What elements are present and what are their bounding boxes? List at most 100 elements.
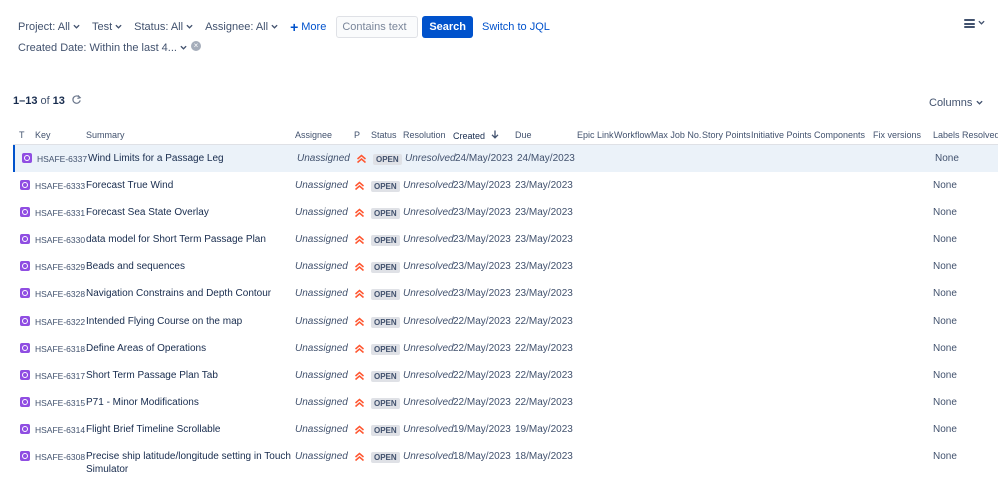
status-badge: OPEN xyxy=(371,235,400,247)
issue-key-link[interactable]: HSAFE-6328 xyxy=(35,289,85,299)
contains-text-input[interactable] xyxy=(336,16,419,38)
created-date: 24/May/2023 xyxy=(455,153,513,164)
header-workflowmax[interactable]: WorkflowMax Job No. xyxy=(614,130,701,140)
search-button[interactable]: Search xyxy=(422,16,474,38)
assignee-value: Unassigned xyxy=(295,342,348,354)
issue-summary-link[interactable]: Flight Brief Timeline Scrollable xyxy=(86,424,221,435)
header-components[interactable]: Components xyxy=(814,130,865,140)
priority-highest-icon xyxy=(354,207,365,218)
header-epic-link[interactable]: Epic Link xyxy=(577,130,614,140)
issue-key-link[interactable]: HSAFE-6331 xyxy=(35,208,85,218)
issue-key-link[interactable]: HSAFE-6329 xyxy=(35,262,85,272)
status-badge: OPEN xyxy=(371,289,400,301)
resolution-value: Unresolved xyxy=(403,342,454,354)
labels-value: None xyxy=(935,153,959,164)
header-priority[interactable]: P xyxy=(354,130,360,140)
issue-summary-link[interactable]: Intended Flying Course on the map xyxy=(86,316,242,327)
created-date: 22/May/2023 xyxy=(453,369,511,381)
header-due[interactable]: Due xyxy=(515,130,532,140)
assignee-filter-label: Assignee: All xyxy=(205,21,269,33)
issue-summary-link[interactable]: Forecast True Wind xyxy=(86,180,173,191)
issue-summary-link[interactable]: data model for Short Term Passage Plan xyxy=(86,234,266,245)
labels-value: None xyxy=(933,288,957,300)
header-initiative-points[interactable]: Initiative Points xyxy=(751,130,812,140)
labels-value: None xyxy=(933,180,957,192)
header-summary[interactable]: Summary xyxy=(86,130,125,140)
issue-key-link[interactable]: HSAFE-6315 xyxy=(35,398,85,408)
status-filter-label: Status: All xyxy=(134,21,184,33)
issue-summary-link[interactable]: Forecast Sea State Overlay xyxy=(86,207,209,218)
story-icon xyxy=(20,423,30,434)
table-row[interactable]: HSAFE-6308 Precise ship latitude/longitud… xyxy=(13,443,998,479)
issue-key-link[interactable]: HSAFE-6337 xyxy=(37,154,87,164)
issue-key-link[interactable]: HSAFE-6333 xyxy=(35,181,85,191)
header-key[interactable]: Key xyxy=(35,130,51,140)
columns-button[interactable]: Columns xyxy=(929,97,984,109)
issue-key-link[interactable]: HSAFE-6330 xyxy=(35,235,85,245)
story-icon xyxy=(20,315,30,326)
issue-key-link[interactable]: HSAFE-6322 xyxy=(35,317,85,327)
due-date: 23/May/2023 xyxy=(515,234,573,246)
header-resolved[interactable]: Resolved xyxy=(962,130,998,140)
table-row[interactable]: HSAFE-6314 Flight Brief Timeline Scrollab… xyxy=(13,416,998,443)
table-row[interactable]: HSAFE-6315 P71 - Minor Modifications Unass… xyxy=(13,389,998,416)
created-date: 22/May/2023 xyxy=(453,342,511,354)
table-row[interactable]: HSAFE-6331 Forecast Sea State Overlay Unas… xyxy=(13,199,998,226)
header-fix-versions[interactable]: Fix versions xyxy=(873,130,921,140)
status-badge: OPEN xyxy=(371,424,400,436)
table-row[interactable]: HSAFE-6317 Short Term Passage Plan Tab Una… xyxy=(13,362,998,389)
header-resolution[interactable]: Resolution xyxy=(403,130,446,140)
table-row[interactable]: HSAFE-6333 Forecast True Wind Unassigned OP… xyxy=(13,172,998,199)
chevron-down-icon xyxy=(271,23,278,30)
table-row[interactable]: HSAFE-6330 data model for Short Term Pass… xyxy=(13,226,998,253)
status-badge: OPEN xyxy=(371,343,400,355)
chevron-down-icon xyxy=(115,23,122,30)
header-assignee[interactable]: Assignee xyxy=(295,130,332,140)
clear-filter-icon[interactable]: × xyxy=(190,41,201,51)
table-row[interactable]: HSAFE-6337 Wind Limits for a Passage Leg U… xyxy=(13,145,998,173)
issue-summary-link[interactable]: Beads and sequences xyxy=(86,261,185,272)
created-date-filter[interactable]: Created Date: Within the last 4... xyxy=(18,42,187,54)
priority-highest-icon xyxy=(356,153,367,164)
table-row[interactable]: HSAFE-6328 Navigation Constrains and Dept… xyxy=(13,280,998,307)
view-menu-button[interactable] xyxy=(964,19,985,28)
assignee-value: Unassigned xyxy=(295,180,348,192)
table-row[interactable]: HSAFE-6318 Define Areas of Operations Unas… xyxy=(13,335,998,362)
switch-to-jql-link[interactable]: Switch to JQL xyxy=(482,21,550,33)
issue-key-link[interactable]: HSAFE-6314 xyxy=(35,425,85,435)
issue-summary-link[interactable]: P71 - Minor Modifications xyxy=(86,397,199,408)
assignee-filter[interactable]: Assignee: All xyxy=(205,21,278,33)
header-labels[interactable]: Labels xyxy=(933,130,960,140)
created-date: 23/May/2023 xyxy=(453,261,511,273)
more-filters-button[interactable]: + More xyxy=(290,20,326,34)
assignee-value: Unassigned xyxy=(295,315,348,327)
story-icon xyxy=(20,180,30,191)
hamburger-icon xyxy=(964,19,975,28)
header-type[interactable]: T xyxy=(19,130,25,140)
issue-key-link[interactable]: HSAFE-6308 xyxy=(35,452,85,462)
header-created[interactable]: Created xyxy=(453,130,499,141)
issue-summary-link[interactable]: Wind Limits for a Passage Leg xyxy=(88,153,224,164)
chevron-down-icon xyxy=(180,44,187,51)
issue-summary-link[interactable]: Define Areas of Operations xyxy=(86,343,206,354)
resolution-value: Unresolved xyxy=(403,396,454,408)
project-filter[interactable]: Project: All xyxy=(18,21,80,33)
table-row[interactable]: HSAFE-6322 Intended Flying Course on the … xyxy=(13,308,998,335)
header-story-points[interactable]: Story Points xyxy=(702,130,751,140)
assignee-value: Unassigned xyxy=(295,423,348,435)
labels-value: None xyxy=(933,423,957,435)
header-status[interactable]: Status xyxy=(371,130,397,140)
issue-summary-link[interactable]: Navigation Constrains and Depth Contour xyxy=(86,288,271,299)
issue-summary-link[interactable]: Short Term Passage Plan Tab xyxy=(86,370,218,381)
table-row[interactable]: HSAFE-6329 Beads and sequences Unassigned O… xyxy=(13,253,998,280)
due-date: 23/May/2023 xyxy=(515,207,573,219)
refresh-icon[interactable] xyxy=(71,94,82,108)
issue-summary-link[interactable]: Precise ship latitude/longitude setting … xyxy=(86,450,296,476)
test-filter[interactable]: Test xyxy=(92,21,122,33)
status-filter[interactable]: Status: All xyxy=(134,21,193,33)
resolution-value: Unresolved xyxy=(403,423,454,435)
issue-key-link[interactable]: HSAFE-6318 xyxy=(35,344,85,354)
chevron-down-icon xyxy=(73,23,80,30)
priority-highest-icon xyxy=(354,288,365,299)
issue-key-link[interactable]: HSAFE-6317 xyxy=(35,371,85,381)
